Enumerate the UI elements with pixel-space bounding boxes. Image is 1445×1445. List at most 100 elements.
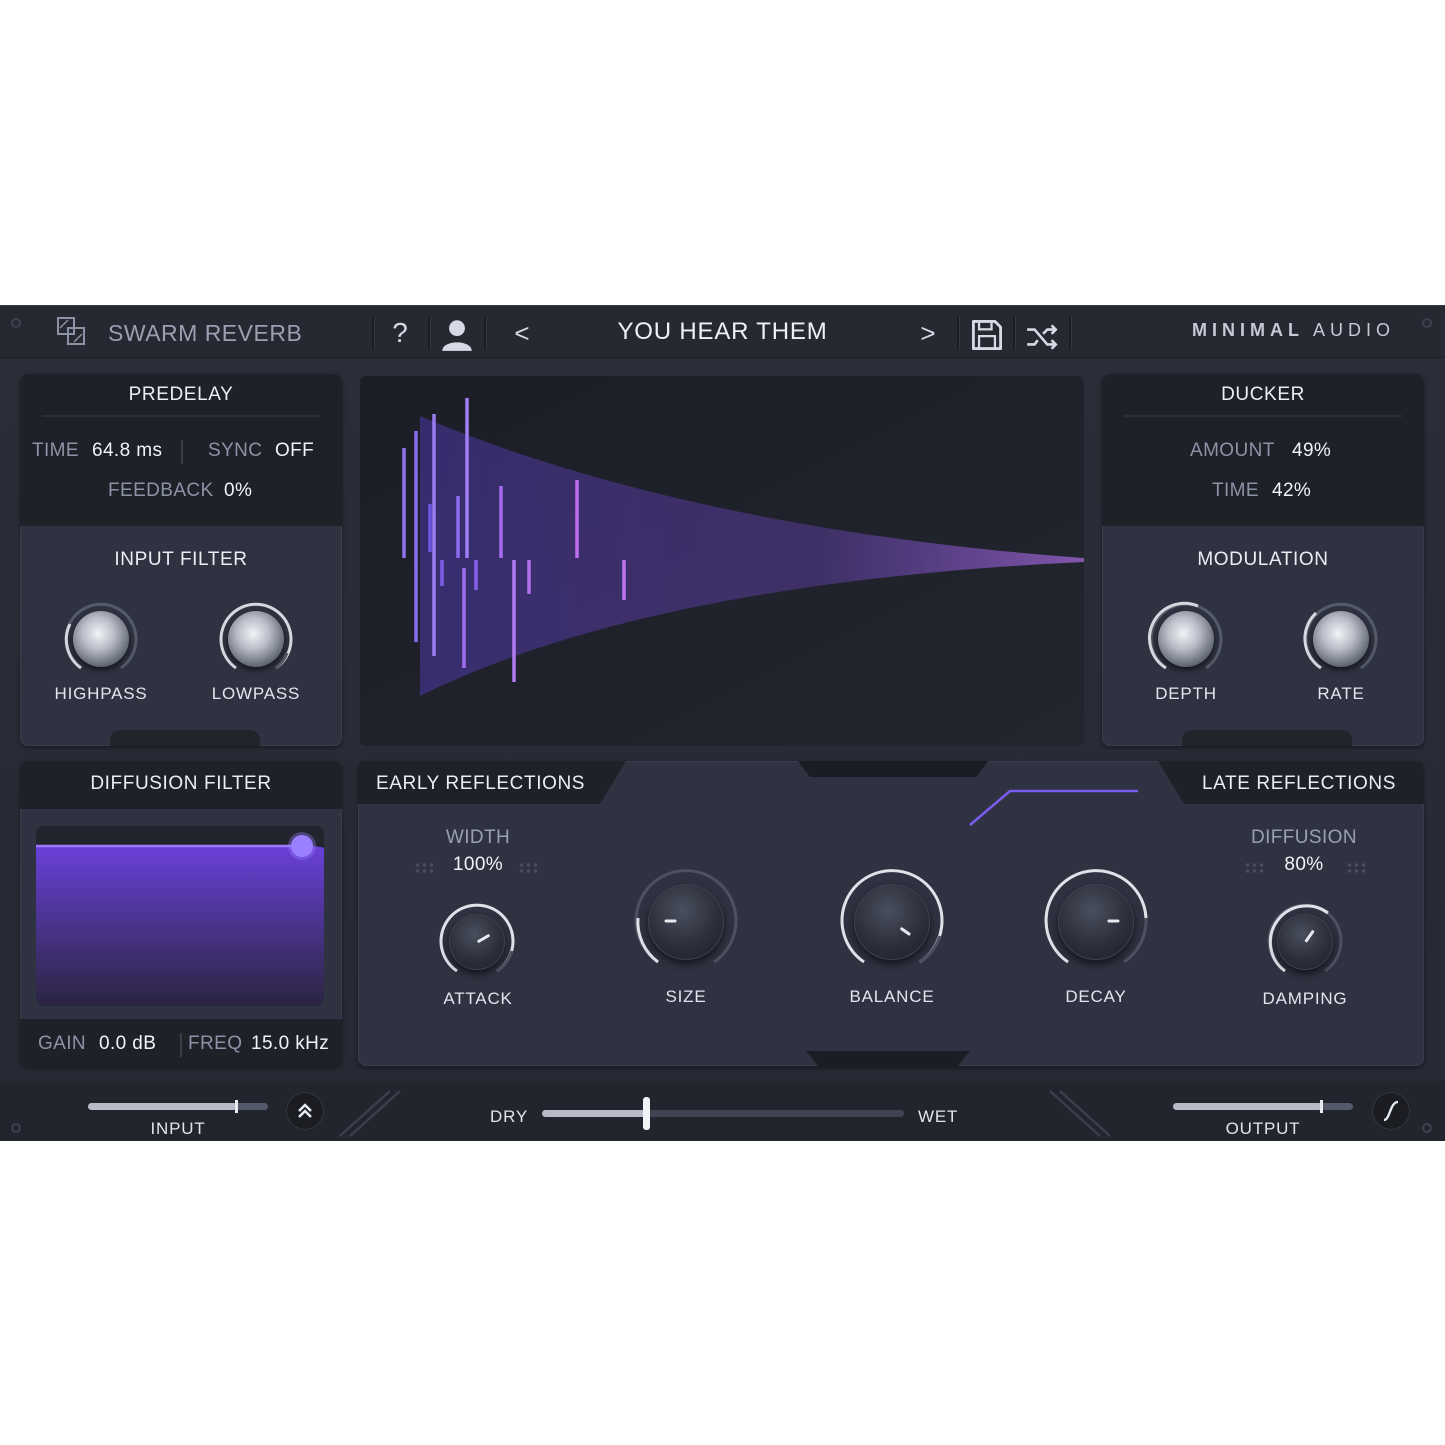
modulation-title: MODULATION <box>1197 549 1329 570</box>
user-icon[interactable] <box>440 318 474 352</box>
predelay-time-label: TIME <box>32 440 79 461</box>
diffusion-filter-graph[interactable] <box>36 826 324 1006</box>
screw-icon <box>1422 1123 1432 1133</box>
knob-cap <box>1158 611 1214 667</box>
late-reflections-title: LATE REFLECTIONS <box>1201 773 1396 794</box>
screw-icon <box>11 1123 21 1133</box>
lowpass-label: LOWPASS <box>211 684 301 703</box>
divider <box>180 1033 182 1057</box>
balance-label: BALANCE <box>849 987 935 1006</box>
input-label: INPUT <box>150 1119 206 1138</box>
dry-wet-handle[interactable] <box>643 1097 650 1130</box>
decay-knob[interactable] <box>1040 866 1152 978</box>
rate-label: RATE <box>1317 684 1365 703</box>
predelay-input-filter-panel: PREDELAY TIME 64.8 ms SYNC OFF FEEDBACK … <box>20 374 342 746</box>
drag-dots-icon <box>1244 862 1264 874</box>
ducker-amount-value[interactable]: 49% <box>1292 440 1331 462</box>
dry-wet-slider[interactable] <box>542 1097 904 1130</box>
decorative-slashes <box>1049 1090 1111 1137</box>
rate-knob[interactable] <box>1301 599 1381 679</box>
plugin-name: SWARM REVERB <box>108 320 303 346</box>
input-filter-title: INPUT FILTER <box>114 549 248 570</box>
knob-pointer <box>1107 919 1120 923</box>
knob-cap <box>854 884 930 960</box>
input-level-fill <box>88 1103 237 1110</box>
predelay-sync-value[interactable]: OFF <box>275 440 314 462</box>
input-level-slider[interactable] <box>88 1100 268 1113</box>
highpass-label: HIGHPASS <box>54 684 148 703</box>
width-label: WIDTH <box>445 827 511 848</box>
output-level-slider[interactable] <box>1173 1100 1353 1113</box>
knob-cap <box>228 611 284 667</box>
knob-cap <box>1313 611 1369 667</box>
output-label: OUTPUT <box>1225 1119 1301 1138</box>
screw-icon <box>1422 318 1432 328</box>
decorative-slashes <box>339 1090 401 1137</box>
panel-notch <box>1182 730 1352 746</box>
dry-wet-fill <box>542 1110 647 1117</box>
shuffle-icon[interactable] <box>1025 320 1059 354</box>
depth-knob[interactable] <box>1146 599 1226 679</box>
ducker-section: DUCKER AMOUNT 49% TIME 42% <box>1102 374 1424 526</box>
diffusion-freq-value[interactable]: 15.0 kHz <box>251 1033 329 1055</box>
drag-dots-icon <box>414 862 434 874</box>
predelay-sync-label: SYNC <box>208 440 263 461</box>
reverb-visualizer <box>360 376 1084 746</box>
preset-name[interactable]: YOU HEAR THEM <box>560 318 885 346</box>
balance-knob[interactable] <box>836 866 948 978</box>
curve-icon[interactable] <box>1372 1092 1410 1130</box>
ducker-title: DUCKER <box>1221 384 1305 405</box>
ducker-time-value[interactable]: 42% <box>1272 480 1311 502</box>
damping-knob[interactable] <box>1264 901 1346 983</box>
output-level-handle[interactable] <box>1320 1100 1323 1113</box>
drag-dots-icon <box>518 862 538 874</box>
divider <box>1124 415 1402 417</box>
size-knob[interactable] <box>630 866 742 978</box>
depth-label: DEPTH <box>1155 684 1217 703</box>
knob-pointer <box>664 919 677 923</box>
predelay-feedback-value[interactable]: 0% <box>224 480 252 502</box>
swarm-reverb-plugin: SWARM REVERB ? < YOU HEAR THEM > MINIMAL… <box>0 305 1445 1141</box>
damping-label: DAMPING <box>1262 989 1348 1008</box>
input-level-handle[interactable] <box>235 1100 238 1113</box>
filter-handle[interactable] <box>291 835 313 857</box>
divider <box>484 316 486 350</box>
highpass-knob[interactable] <box>61 599 141 679</box>
ducker-time-label: TIME <box>1212 480 1259 501</box>
drag-dots-icon <box>1346 862 1366 874</box>
lowpass-knob[interactable] <box>216 599 296 679</box>
divider <box>181 440 183 464</box>
predelay-title: PREDELAY <box>128 384 234 405</box>
double-chevron-up-icon[interactable] <box>286 1092 324 1130</box>
divider <box>42 415 320 417</box>
help-icon[interactable]: ? <box>383 316 417 350</box>
predelay-feedback-label: FEEDBACK <box>108 480 214 501</box>
wet-label: WET <box>918 1107 959 1126</box>
predelay-time-value[interactable]: 64.8 ms <box>92 440 162 462</box>
divider <box>372 316 374 350</box>
reflections-panel: EARLY REFLECTIONS LATE REFLECTIONS WIDTH… <box>358 761 1424 1066</box>
knob-cap <box>1058 884 1134 960</box>
divider <box>1069 316 1071 350</box>
ducker-modulation-panel: DUCKER AMOUNT 49% TIME 42% MODULATION DE… <box>1102 374 1424 746</box>
filter-curve <box>36 826 324 1006</box>
predelay-section: PREDELAY TIME 64.8 ms SYNC OFF FEEDBACK … <box>20 374 342 526</box>
diffusion-filter-title: DIFFUSION FILTER <box>90 773 272 794</box>
brand-logo: MINIMAL AUDIO <box>1192 320 1396 340</box>
attack-label: ATTACK <box>443 989 513 1008</box>
chevron-right-icon[interactable]: > <box>911 316 945 350</box>
knob-cap <box>73 611 129 667</box>
diffusion-gain-label: GAIN <box>38 1033 87 1054</box>
attack-knob[interactable] <box>436 901 518 983</box>
screw-icon <box>11 318 21 328</box>
save-icon[interactable] <box>970 318 1004 352</box>
diffusion-freq-label: FREQ <box>188 1033 243 1054</box>
logo-icon <box>57 317 85 345</box>
diffusion-gain-value[interactable]: 0.0 dB <box>99 1033 156 1055</box>
chevron-left-icon[interactable]: < <box>505 316 539 350</box>
knob-cap <box>648 884 724 960</box>
bottom-bar: INPUT DRY WET OUTPUT <box>0 1081 1445 1141</box>
dry-label: DRY <box>490 1107 528 1126</box>
size-label: SIZE <box>665 987 707 1006</box>
top-bar: SWARM REVERB ? < YOU HEAR THEM > MINIMAL… <box>0 306 1445 358</box>
